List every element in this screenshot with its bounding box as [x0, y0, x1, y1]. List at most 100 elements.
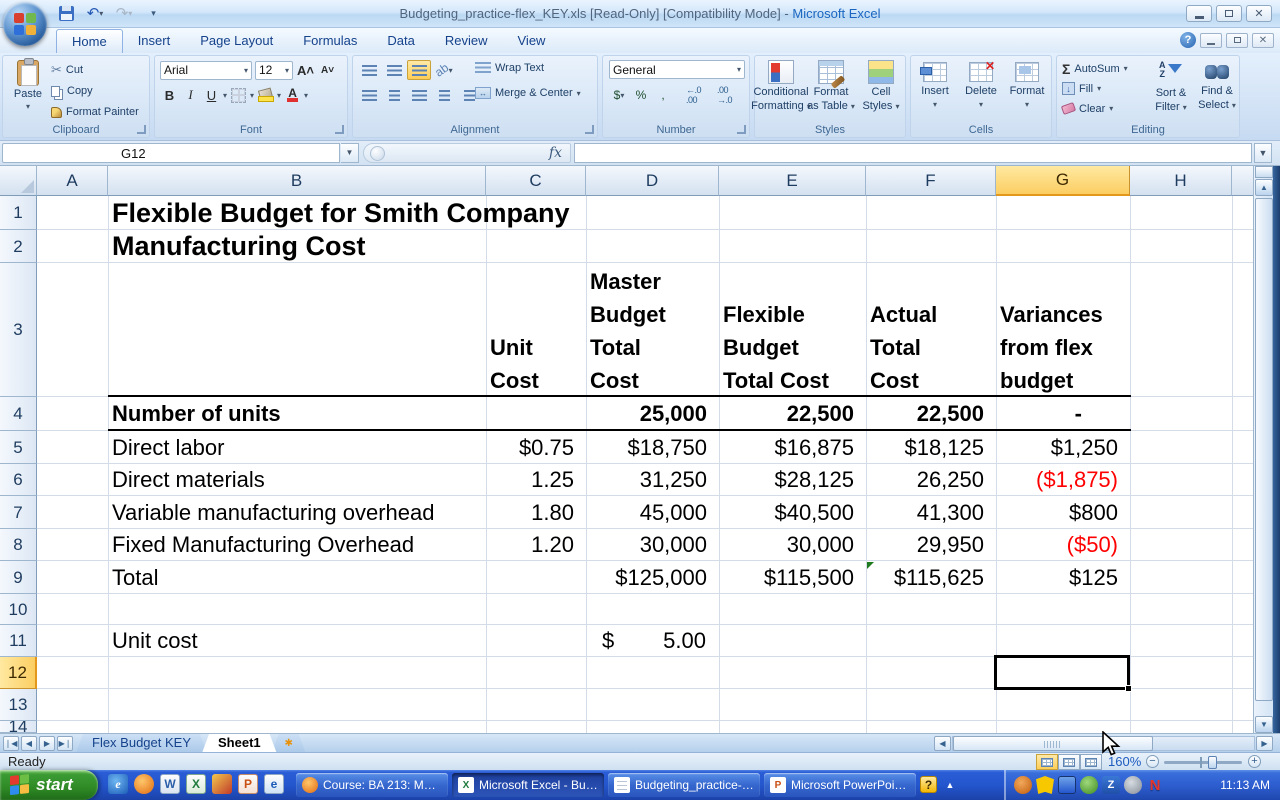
grow-font-button[interactable]: A˄: [296, 60, 315, 80]
fill-button[interactable]: ↓ Fill ▾: [1062, 80, 1128, 97]
name-box-dropdown[interactable]: ▼: [341, 143, 359, 163]
save-button[interactable]: [54, 3, 78, 23]
tray-icon-n[interactable]: N: [1146, 776, 1164, 794]
cell-E4[interactable]: 22,500: [719, 397, 866, 431]
vertical-scroll-thumb[interactable]: [1255, 198, 1273, 701]
cell-B2[interactable]: Manufacturing Cost: [108, 230, 486, 263]
office-button[interactable]: [3, 2, 47, 46]
find-select-button[interactable]: Find & Select ▾: [1195, 61, 1239, 111]
help-question-icon[interactable]: ?: [920, 776, 937, 793]
font-family-select[interactable]: Arial ▾: [160, 61, 252, 80]
close-button[interactable]: ✕: [1246, 5, 1272, 22]
comma-style-button[interactable]: ,: [653, 85, 673, 105]
cell-E3[interactable]: Flexible Budget Total Cost: [719, 263, 866, 397]
cell-F4[interactable]: 22,500: [866, 397, 996, 431]
paste-button[interactable]: Paste ▾: [8, 60, 48, 124]
cell-G3[interactable]: Variances from flex budget: [996, 263, 1130, 397]
cell-F6[interactable]: 26,250: [866, 464, 996, 496]
row-header-12-selected[interactable]: 12: [0, 657, 37, 689]
taskbar-button-excel-active[interactable]: X Microsoft Excel - Bud...: [452, 773, 604, 797]
cell-F5[interactable]: $18,125: [866, 431, 996, 464]
firefox-icon[interactable]: [134, 774, 154, 794]
delete-cells-button[interactable]: Delete ▾: [959, 62, 1003, 109]
bottom-align-button[interactable]: [407, 60, 431, 80]
powerpoint-icon[interactable]: P: [238, 774, 258, 794]
middle-align-button[interactable]: [382, 60, 406, 80]
font-dialog-launcher[interactable]: [335, 125, 344, 134]
sheet-tab-flex-budget-key[interactable]: Flex Budget KEY: [76, 734, 207, 753]
formula-input[interactable]: [574, 143, 1252, 163]
undo-button[interactable]: ↶▾: [83, 3, 107, 23]
cell-D7[interactable]: 45,000: [586, 496, 719, 529]
align-left-button[interactable]: [357, 85, 381, 105]
italic-button[interactable]: I: [181, 85, 200, 105]
internet-explorer-icon[interactable]: e: [108, 774, 128, 794]
help-icon[interactable]: ?: [1180, 32, 1196, 48]
taskbar-button-powerpoint[interactable]: P Microsoft PowerPoint ...: [764, 773, 916, 797]
tray-icon-6[interactable]: [1124, 776, 1142, 794]
tray-icon-4[interactable]: [1080, 776, 1098, 794]
column-header-A[interactable]: A: [37, 166, 108, 196]
number-dialog-launcher[interactable]: [737, 125, 746, 134]
cell-B11[interactable]: Unit cost: [108, 625, 486, 657]
decrease-decimal-button[interactable]: .00 →.0: [716, 85, 745, 105]
cell-E6[interactable]: $28,125: [719, 464, 866, 496]
restore-button[interactable]: [1216, 5, 1242, 22]
column-header-D[interactable]: D: [586, 166, 719, 196]
fill-handle[interactable]: [1125, 685, 1132, 692]
insert-worksheet-button[interactable]: ✱: [272, 734, 306, 753]
cell-E5[interactable]: $16,875: [719, 431, 866, 464]
cell-B4[interactable]: Number of units: [108, 397, 486, 431]
tab-data[interactable]: Data: [372, 29, 429, 53]
cell-styles-button[interactable]: Cell Styles ▾: [857, 60, 905, 113]
select-all-corner[interactable]: [0, 166, 37, 196]
first-sheet-button[interactable]: ❘◀: [3, 736, 19, 751]
taskbar-button-firefox-course[interactable]: Course: BA 213: Man...: [296, 773, 448, 797]
underline-button[interactable]: U: [202, 85, 221, 105]
row-header-1[interactable]: 1: [0, 196, 37, 230]
column-header-G-selected[interactable]: G: [996, 166, 1130, 196]
cell-G4[interactable]: -: [996, 397, 1130, 431]
workbook-close-button[interactable]: ✕: [1252, 33, 1274, 48]
cell-E7[interactable]: $40,500: [719, 496, 866, 529]
row-header-6[interactable]: 6: [0, 464, 37, 496]
tray-icon-1[interactable]: [1014, 776, 1032, 794]
cut-button[interactable]: ✂ Cut: [51, 61, 83, 79]
tab-review[interactable]: Review: [430, 29, 503, 53]
column-header-E[interactable]: E: [719, 166, 866, 196]
column-header-C[interactable]: C: [486, 166, 586, 196]
cell-F3[interactable]: Actual Total Cost: [866, 263, 996, 397]
cell-F9[interactable]: $115,625: [866, 561, 996, 594]
cell-B8[interactable]: Fixed Manufacturing Overhead: [108, 529, 486, 561]
tab-insert[interactable]: Insert: [123, 29, 186, 53]
shrink-font-button[interactable]: A˅: [318, 60, 337, 80]
wrap-text-button[interactable]: Wrap Text: [475, 62, 544, 74]
column-header-H[interactable]: H: [1130, 166, 1232, 196]
name-box[interactable]: G12: [2, 143, 340, 163]
split-handle[interactable]: [1255, 166, 1273, 178]
start-button[interactable]: start: [0, 770, 98, 800]
row-header-5[interactable]: 5: [0, 431, 37, 464]
align-right-button[interactable]: [407, 85, 431, 105]
row-header-14-partial[interactable]: 14: [0, 721, 37, 733]
row-header-9[interactable]: 9: [0, 561, 37, 594]
excel-icon[interactable]: X: [186, 774, 206, 794]
insert-cells-button[interactable]: Insert ▾: [913, 62, 957, 109]
cell-D8[interactable]: 30,000: [586, 529, 719, 561]
fill-color-button[interactable]: [256, 85, 275, 105]
cell-G5[interactable]: $1,250: [996, 431, 1130, 464]
redo-button[interactable]: ↷▾: [112, 3, 136, 23]
cell-G8-negative[interactable]: ($50): [996, 529, 1130, 561]
cell-E9[interactable]: $115,500: [719, 561, 866, 594]
horizontal-scroll-thumb[interactable]: [953, 736, 1153, 751]
scroll-up-button[interactable]: ▲: [1255, 179, 1273, 196]
scroll-right-button[interactable]: ▶: [1256, 736, 1273, 751]
cell-D11[interactable]: $ 5.00: [586, 625, 719, 657]
selected-cell-G12[interactable]: [994, 655, 1130, 690]
row-header-13[interactable]: 13: [0, 689, 37, 721]
align-center-button[interactable]: [382, 85, 406, 105]
cell-B6[interactable]: Direct materials: [108, 464, 486, 496]
percent-style-button[interactable]: %: [631, 85, 651, 105]
cell-D5[interactable]: $18,750: [586, 431, 719, 464]
font-size-select[interactable]: 12 ▾: [255, 61, 293, 80]
